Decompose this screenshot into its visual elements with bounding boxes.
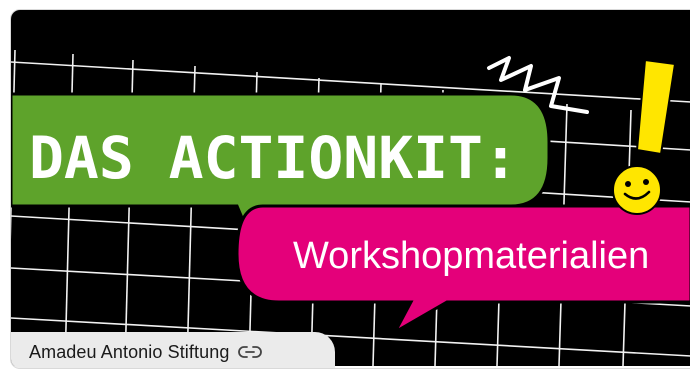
link-icon [238, 346, 263, 358]
source-label: Amadeu Antonio Stiftung [29, 341, 230, 362]
headline: DAS ACTIONKIT: [29, 124, 518, 192]
source-link[interactable]: Amadeu Antonio Stiftung [11, 332, 335, 368]
link-preview-card[interactable]: DAS ACTIONKIT: Workshopmaterialien Amade… [10, 9, 690, 369]
hero-image: DAS ACTIONKIT: Workshopmaterialien [11, 10, 690, 366]
subline: Workshopmaterialien [293, 235, 649, 277]
